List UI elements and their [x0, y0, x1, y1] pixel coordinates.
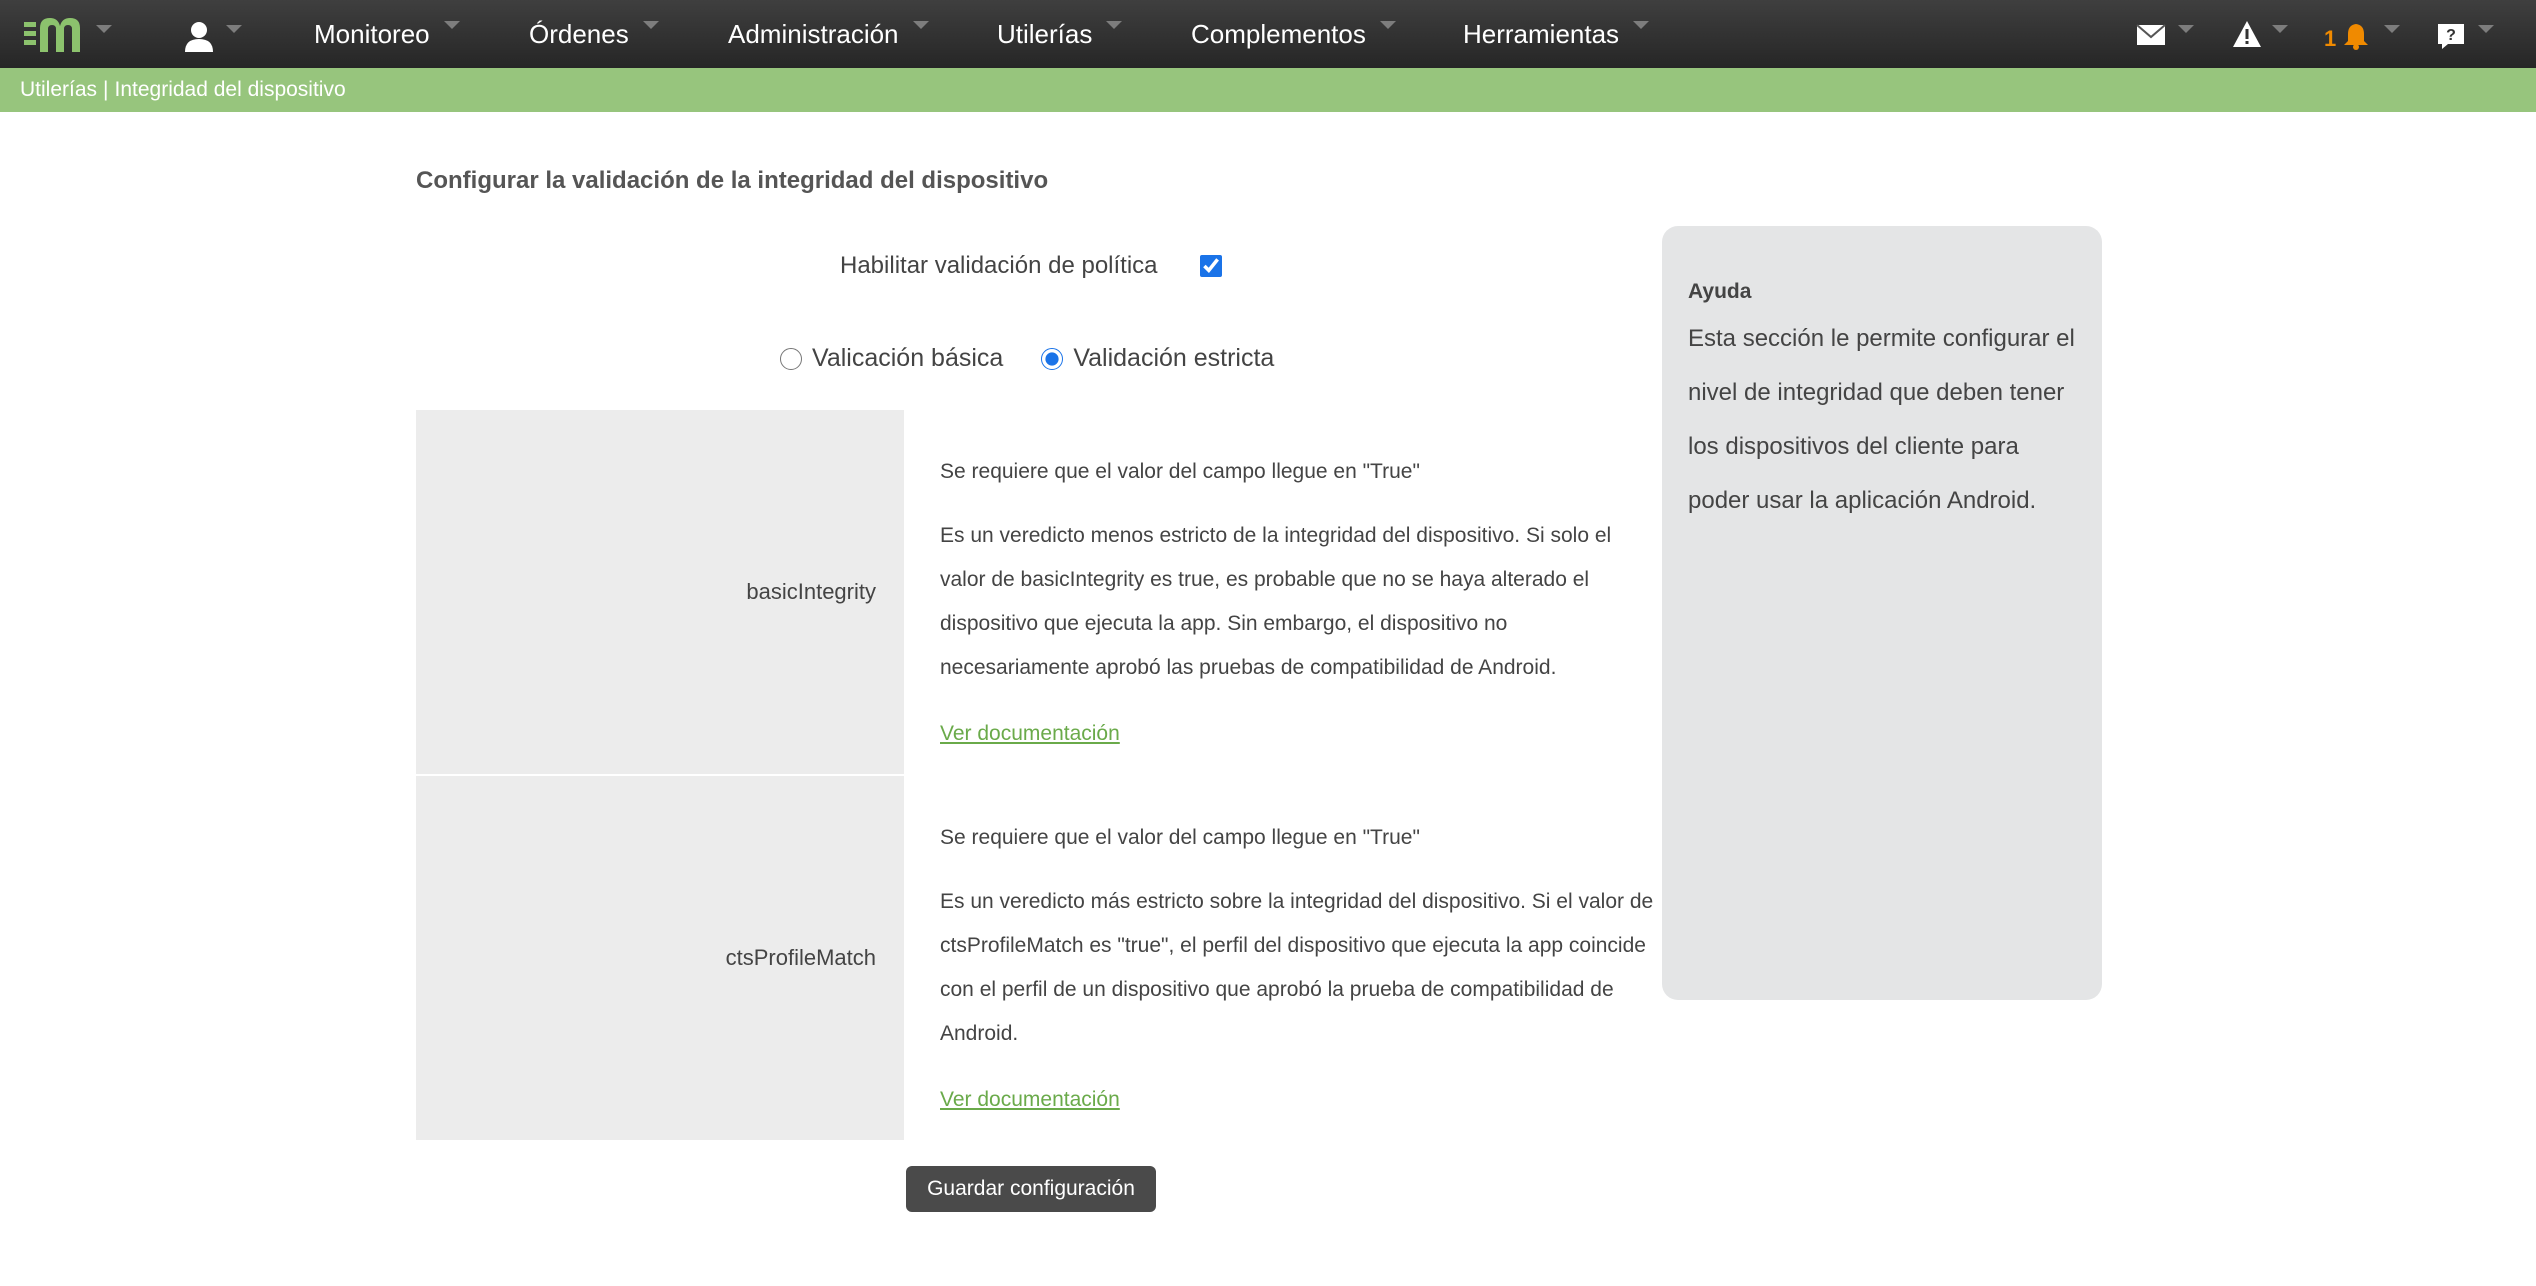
rule-name-label: basicIntegrity: [746, 579, 876, 604]
user-menu-caret-icon[interactable]: [226, 25, 242, 33]
notifications-menu-caret-icon[interactable]: [2384, 25, 2400, 33]
breadcrumb-separator: |: [103, 78, 109, 101]
nav-item-label: Complementos: [1191, 19, 1366, 49]
rule-row-basic-integrity: basicIntegrity Se requiere que el valor …: [416, 410, 1634, 774]
strict-validation-label: Validación estricta: [1073, 344, 1275, 372]
help-title: Ayuda: [1688, 280, 1752, 303]
nav-item-label: Utilerías: [997, 19, 1093, 49]
nav-item-label: Órdenes: [529, 19, 629, 49]
mail-menu-caret-icon[interactable]: [2178, 25, 2194, 33]
policy-toggle-row: Habilitar validación de política: [840, 252, 1222, 280]
nav-item-herramientas[interactable]: Herramientas: [1463, 0, 1650, 68]
rule-name: basicIntegrity: [416, 410, 904, 774]
nav-item-label: Herramientas: [1463, 19, 1620, 49]
nav-item-complementos[interactable]: Complementos: [1191, 0, 1396, 68]
svg-text:?: ?: [2446, 27, 2456, 44]
app-logo-icon[interactable]: [22, 14, 84, 54]
warning-menu-caret-icon[interactable]: [2272, 25, 2288, 33]
nav-item-administracion[interactable]: Administración: [728, 0, 929, 68]
rule-requirement: Se requiere que el valor del campo llegu…: [940, 826, 1420, 849]
logo-menu-caret-icon[interactable]: [96, 25, 112, 33]
chevron-down-icon: [443, 21, 460, 29]
policy-toggle-label: Habilitar validación de política: [840, 252, 1158, 279]
basic-validation-option[interactable]: Valicación básica: [780, 344, 1003, 373]
warning-icon[interactable]: [2232, 20, 2262, 48]
top-navigation-bar: Monitoreo Órdenes Administración Utilerí…: [0, 0, 2536, 68]
chevron-down-icon: [1106, 21, 1123, 29]
help-panel: Ayuda Esta sección le permite configurar…: [1662, 226, 2102, 1000]
rule-description: Es un veredicto más estricto sobre la in…: [940, 890, 1654, 1045]
nav-item-utilerias[interactable]: Utilerías: [997, 0, 1123, 68]
save-configuration-button[interactable]: Guardar configuración: [906, 1166, 1156, 1212]
nav-item-ordenes[interactable]: Órdenes: [529, 0, 659, 68]
breadcrumb: Utilerías | Integridad del dispositivo: [0, 68, 2536, 112]
validation-level-group: Valicación básica Validación estricta: [780, 344, 1274, 373]
help-menu-caret-icon[interactable]: [2478, 25, 2494, 33]
user-icon[interactable]: [183, 20, 215, 52]
breadcrumb-section[interactable]: Utilerías: [20, 78, 97, 102]
bell-icon[interactable]: [2342, 22, 2370, 50]
rule-description: Es un veredicto menos estricto de la int…: [940, 524, 1612, 679]
documentation-link[interactable]: Ver documentación: [940, 1088, 1120, 1112]
rule-row-cts-profile-match: ctsProfileMatch Se requiere que el valor…: [416, 776, 1653, 1140]
page-title: Configurar la validación de la integrida…: [416, 167, 1049, 194]
rule-requirement: Se requiere que el valor del campo llegu…: [940, 460, 1420, 483]
strict-validation-option[interactable]: Validación estricta: [1041, 344, 1274, 373]
mail-icon[interactable]: [2136, 24, 2166, 46]
notification-count-badge[interactable]: 1: [2324, 26, 2336, 52]
help-text: Esta sección le permite configurar el ni…: [1688, 325, 2075, 514]
nav-item-monitoreo[interactable]: Monitoreo: [314, 0, 460, 68]
strict-validation-radio[interactable]: [1041, 347, 1064, 370]
chevron-down-icon: [1633, 21, 1650, 29]
chevron-down-icon: [1379, 21, 1396, 29]
help-icon[interactable]: ?: [2436, 22, 2466, 50]
chevron-down-icon: [912, 21, 929, 29]
basic-validation-radio[interactable]: [780, 347, 802, 370]
nav-item-label: Administración: [728, 19, 899, 49]
nav-item-label: Monitoreo: [314, 19, 430, 49]
chevron-down-icon: [642, 21, 659, 29]
rule-name: ctsProfileMatch: [416, 776, 904, 1140]
policy-enable-checkbox[interactable]: [1199, 255, 1222, 277]
rule-name-label: ctsProfileMatch: [725, 945, 876, 970]
documentation-link[interactable]: Ver documentación: [940, 722, 1120, 746]
breadcrumb-current-page: Integridad del dispositivo: [114, 78, 346, 101]
basic-validation-label: Valicación básica: [812, 344, 1004, 372]
